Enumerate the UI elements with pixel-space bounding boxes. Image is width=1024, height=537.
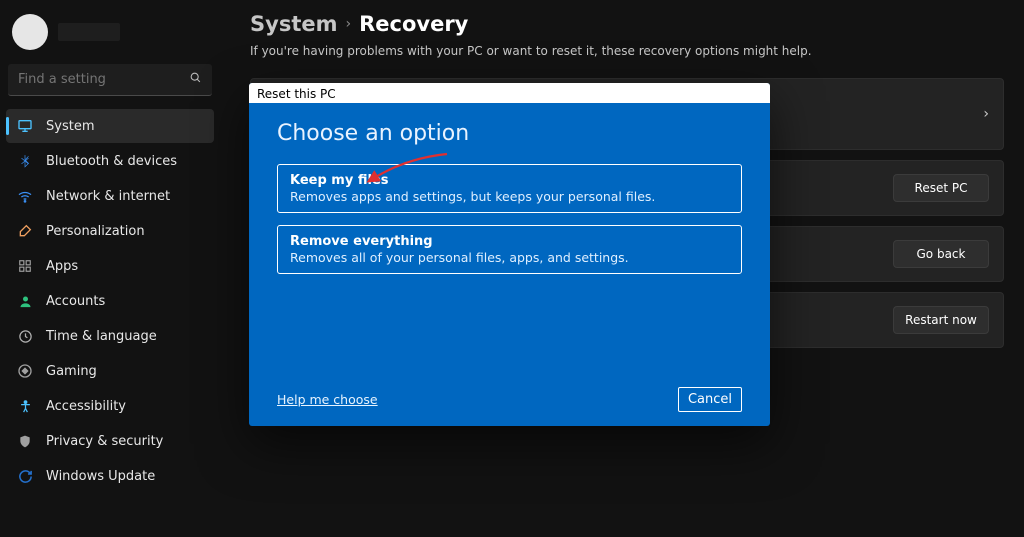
reset-pc-button[interactable]: Reset PC: [893, 174, 989, 202]
reset-pc-dialog: Reset this PC Choose an option Keep my f…: [249, 83, 770, 426]
restart-now-button[interactable]: Restart now: [893, 306, 989, 334]
chevron-right-icon: ›: [983, 106, 989, 122]
search-box[interactable]: [8, 64, 212, 96]
sidebar-item-label: System: [46, 119, 206, 134]
sidebar-item-label: Privacy & security: [46, 434, 206, 449]
dialog-heading: Choose an option: [277, 121, 742, 146]
sidebar-item-apps[interactable]: Apps: [6, 249, 214, 283]
sidebar-item-label: Apps: [46, 259, 206, 274]
sidebar-item-bluetooth[interactable]: Bluetooth & devices: [6, 144, 214, 178]
sidebar-item-update[interactable]: Windows Update: [6, 459, 214, 493]
breadcrumb-current: Recovery: [359, 12, 468, 36]
shield-icon: [16, 432, 34, 450]
go-back-button[interactable]: Go back: [893, 240, 989, 268]
sidebar-item-privacy[interactable]: Privacy & security: [6, 424, 214, 458]
option-title: Remove everything: [290, 234, 729, 249]
sidebar-item-label: Gaming: [46, 364, 206, 379]
page-description: If you're having problems with your PC o…: [250, 44, 1004, 58]
sidebar-item-network[interactable]: Network & internet: [6, 179, 214, 213]
search-input[interactable]: [18, 72, 189, 87]
sidebar-item-system[interactable]: System: [6, 109, 214, 143]
sidebar-item-label: Accounts: [46, 294, 206, 309]
avatar: [12, 14, 48, 50]
profile-header[interactable]: [0, 10, 220, 64]
gamepad-icon: [16, 362, 34, 380]
chevron-right-icon: ›: [345, 16, 351, 32]
breadcrumb: System › Recovery: [250, 12, 1004, 36]
option-keep-my-files[interactable]: Keep my files Removes apps and settings,…: [277, 164, 742, 213]
dialog-titlebar: Reset this PC: [249, 83, 770, 103]
breadcrumb-parent[interactable]: System: [250, 12, 337, 36]
sidebar-item-label: Time & language: [46, 329, 206, 344]
sidebar-item-personalization[interactable]: Personalization: [6, 214, 214, 248]
sidebar-item-label: Personalization: [46, 224, 206, 239]
option-remove-everything[interactable]: Remove everything Removes all of your pe…: [277, 225, 742, 274]
sidebar-item-label: Network & internet: [46, 189, 206, 204]
nav-list: System Bluetooth & devices Network & int…: [0, 104, 220, 498]
wifi-icon: [16, 187, 34, 205]
sidebar-item-label: Windows Update: [46, 469, 206, 484]
sidebar-item-label: Bluetooth & devices: [46, 154, 206, 169]
help-me-choose-link[interactable]: Help me choose: [277, 392, 378, 407]
sidebar: System Bluetooth & devices Network & int…: [0, 0, 220, 537]
option-subtitle: Removes all of your personal files, apps…: [290, 250, 729, 265]
sidebar-item-label: Accessibility: [46, 399, 206, 414]
brush-icon: [16, 222, 34, 240]
sidebar-item-time-language[interactable]: Time & language: [6, 319, 214, 353]
bluetooth-icon: [16, 152, 34, 170]
profile-name-placeholder: [58, 23, 120, 41]
sidebar-item-accounts[interactable]: Accounts: [6, 284, 214, 318]
person-icon: [16, 292, 34, 310]
search-icon: [189, 71, 202, 88]
option-title: Keep my files: [290, 173, 729, 188]
clock-icon: [16, 327, 34, 345]
cancel-button[interactable]: Cancel: [678, 387, 742, 412]
sidebar-item-gaming[interactable]: Gaming: [6, 354, 214, 388]
system-icon: [16, 117, 34, 135]
sidebar-item-accessibility[interactable]: Accessibility: [6, 389, 214, 423]
option-subtitle: Removes apps and settings, but keeps you…: [290, 189, 729, 204]
update-icon: [16, 467, 34, 485]
apps-icon: [16, 257, 34, 275]
accessibility-icon: [16, 397, 34, 415]
